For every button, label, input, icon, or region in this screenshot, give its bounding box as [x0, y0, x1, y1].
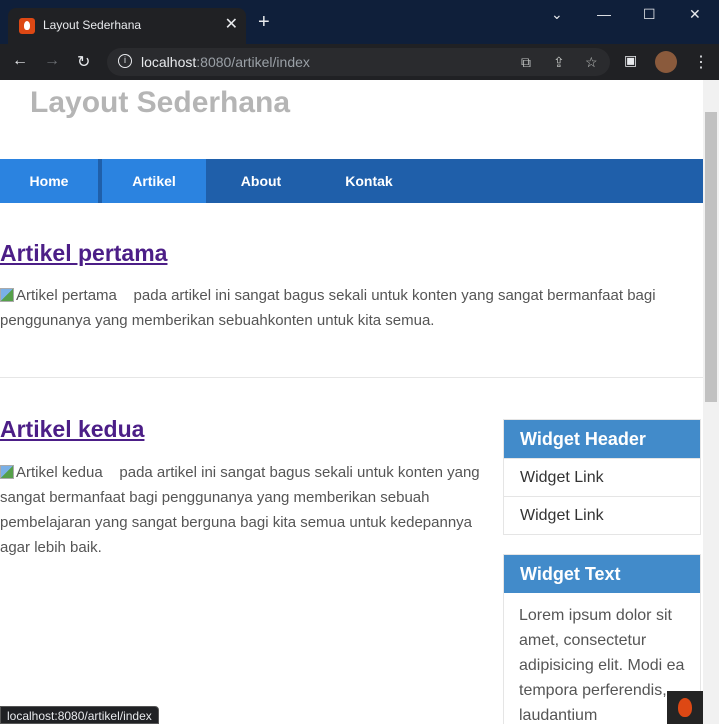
widget-header: Widget Header	[504, 420, 700, 458]
browser-toolbar: ← → ↻ i localhost:8080/artikel/index ⧉ ⇪…	[0, 44, 719, 80]
widget-links: Widget Header Widget Link Widget Link	[503, 419, 701, 535]
menu-icon[interactable]: ⋮	[693, 52, 709, 72]
close-window-icon[interactable]: ✕	[689, 6, 701, 23]
broken-image-icon	[0, 465, 14, 479]
article-body-2: Artikel kedua pada artikel ini sangat ba…	[0, 460, 498, 560]
browser-tab-strip: Layout Sederhana ✕ + ⌄ — ☐ ✕	[0, 0, 719, 44]
browser-tab[interactable]: Layout Sederhana ✕	[8, 8, 246, 44]
widget-link[interactable]: Widget Link	[504, 496, 700, 534]
back-icon[interactable]: ←	[12, 52, 28, 70]
scrollbar-thumb[interactable]	[705, 112, 717, 402]
nav-about[interactable]: About	[206, 159, 316, 203]
article-image-1: Artikel pertama	[0, 283, 117, 308]
bookmark-star-icon[interactable]: ☆	[585, 54, 598, 71]
article-divider	[0, 377, 703, 378]
profile-avatar[interactable]	[655, 51, 677, 73]
nav-home[interactable]: Home	[0, 159, 98, 203]
site-favicon-icon	[19, 18, 35, 34]
share-icon[interactable]: ⇪	[553, 54, 565, 71]
nav-kontak[interactable]: Kontak	[316, 159, 422, 203]
status-bar-url: localhost:8080/artikel/index	[0, 706, 159, 724]
maximize-icon[interactable]: ☐	[643, 6, 656, 23]
side-panel-icon[interactable]: ▣	[624, 52, 637, 69]
close-tab-icon[interactable]: ✕	[225, 14, 238, 34]
new-tab-icon[interactable]: +	[258, 12, 270, 32]
main-nav: Home Artikel About Kontak	[0, 159, 703, 203]
article-title-1[interactable]: Artikel pertama	[0, 240, 167, 267]
article-body-1: Artikel pertama pada artikel ini sangat …	[0, 283, 700, 333]
site-title: Layout Sederhana	[30, 86, 291, 119]
article-image-2: Artikel kedua	[0, 460, 103, 485]
translate-icon[interactable]: ⧉	[521, 54, 531, 71]
codeigniter-toolbar-icon[interactable]	[667, 691, 703, 724]
widget-link[interactable]: Widget Link	[504, 458, 700, 496]
article-title-2[interactable]: Artikel kedua	[0, 416, 144, 443]
reload-icon[interactable]: ↻	[77, 52, 90, 72]
forward-icon[interactable]: →	[44, 52, 60, 70]
broken-image-icon	[0, 288, 14, 302]
info-icon[interactable]: i	[118, 54, 132, 68]
tab-title: Layout Sederhana	[43, 18, 142, 32]
page-viewport: Layout Sederhana Home Artikel About Kont…	[0, 80, 703, 724]
minimize-icon[interactable]: —	[597, 6, 611, 22]
address-bar[interactable]: i localhost:8080/artikel/index ⧉ ⇪ ☆	[107, 48, 610, 76]
tab-search-chevron-icon[interactable]: ⌄	[551, 6, 563, 23]
widget-text-header: Widget Text	[504, 555, 700, 593]
url-text[interactable]: localhost:8080/artikel/index	[141, 54, 310, 70]
nav-artikel[interactable]: Artikel	[102, 159, 206, 203]
